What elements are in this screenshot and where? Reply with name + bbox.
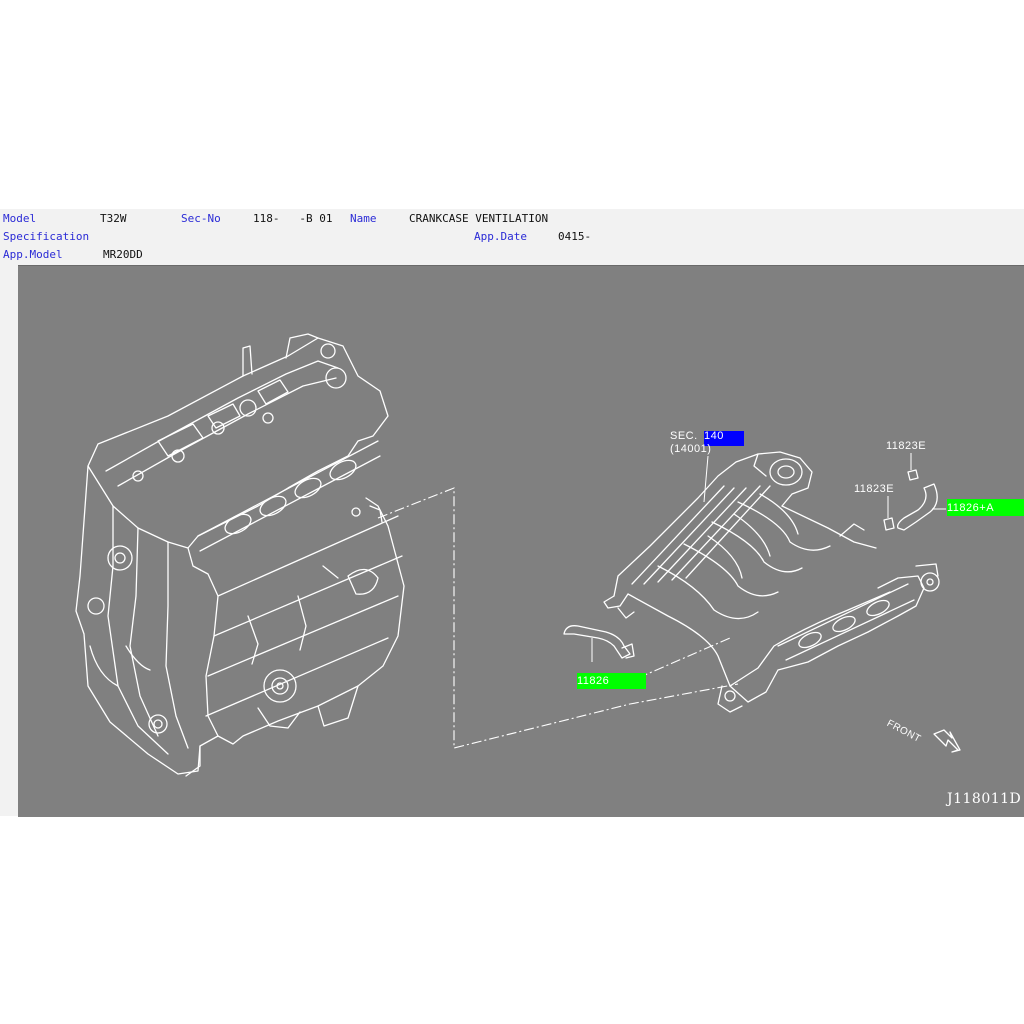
part-label-11823e-top: 11823E: [886, 440, 927, 452]
secno-label: Sec-No: [181, 212, 221, 225]
front-direction-arrow: [933, 729, 961, 753]
drawing-number: J118011D: [947, 791, 1022, 807]
sec-ref-subnumber: (14001): [670, 443, 712, 455]
engine-block-drawing: [75, 333, 405, 777]
model-value: T32W: [100, 212, 127, 225]
app-date-value: 0415-: [558, 230, 592, 243]
model-label: Model: [3, 212, 37, 225]
name-value: CRANKCASE VENTILATION: [409, 212, 549, 225]
sec-ref-prefix: SEC.: [670, 430, 698, 442]
parts-diagram-canvas: SEC. 140 (14001) 11823E 11823E 11826+A 1…: [18, 265, 1024, 817]
left-margin: [0, 265, 18, 816]
specification-label: Specification: [3, 230, 90, 243]
name-label: Name: [350, 212, 377, 225]
secno-value: 118- -B 01: [253, 212, 333, 225]
sec-ref-number-link[interactable]: 140: [704, 430, 724, 442]
ventilation-hose-drawing: [563, 625, 635, 662]
header-bar: Model T32W Sec-No 118- -B 01 Name CRANKC…: [0, 209, 1024, 265]
part-label-11823e-mid: 11823E: [854, 483, 895, 495]
part-label-11826a-link[interactable]: 11826+A: [947, 502, 994, 514]
app-date-label: App.Date: [474, 230, 527, 243]
app-model-value: MR20DD: [103, 248, 143, 261]
parts-diagram-drawing: [75, 333, 961, 777]
app-model-label: App.Model: [3, 248, 63, 261]
part-label-11826-link[interactable]: 11826: [577, 675, 609, 687]
